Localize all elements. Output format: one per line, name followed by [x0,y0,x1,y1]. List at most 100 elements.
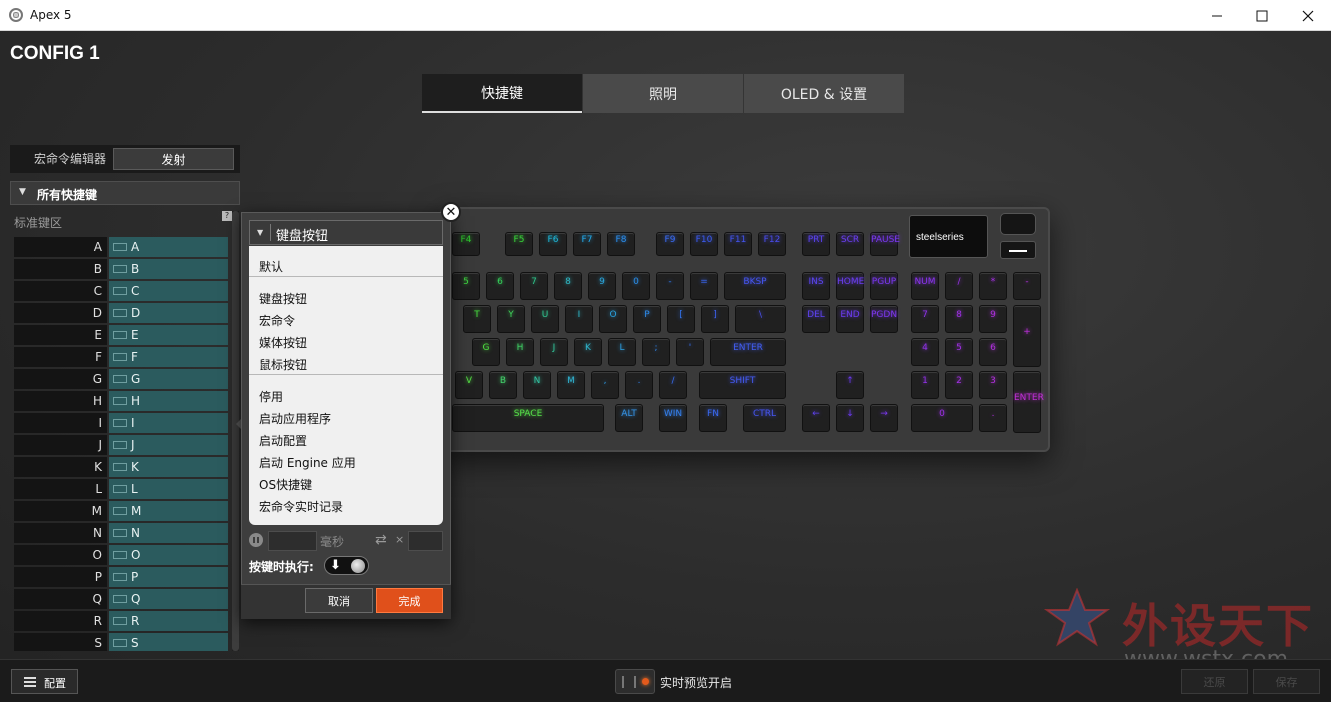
keyboard-key[interactable]: ↓ [836,404,864,432]
keyboard-key[interactable]: → [870,404,898,432]
key-binding-row[interactable]: KK [14,457,228,479]
keyboard-key[interactable]: [ [667,305,695,333]
tab-lighting[interactable]: 照明 [583,74,743,113]
keyboard-key[interactable]: 2 [945,371,973,399]
keyboard-key[interactable]: L [608,338,636,366]
key-binding-value[interactable]: G [109,369,228,389]
keyboard-key[interactable]: SHIFT [699,371,786,399]
keyboard-key[interactable]: F11 [724,232,752,256]
fire-tab[interactable]: 发射 [113,148,234,170]
keyboard-key[interactable]: 5 [452,272,480,300]
keyboard-key[interactable]: ' [676,338,704,366]
revert-button[interactable]: 还原 [1181,669,1248,694]
binding-type-option[interactable]: 鼠标按钮 [259,356,307,373]
binding-type-option[interactable]: 宏命令实时记录 [259,498,343,515]
keyboard-key[interactable]: BKSP [724,272,786,300]
key-binding-row[interactable]: PP [14,567,228,589]
keyboard-key[interactable]: F12 [758,232,786,256]
keyboard-key[interactable]: 6 [486,272,514,300]
tab-shortcuts[interactable]: 快捷键 [422,74,582,113]
keyboard-key[interactable]: 5 [945,338,973,366]
save-button[interactable]: 保存 [1253,669,1320,694]
popup-close-button[interactable]: ✕ [441,202,461,222]
keyboard-key[interactable]: F4 [452,232,480,256]
keyboard-key[interactable]: M [557,371,585,399]
key-binding-value[interactable]: Q [109,589,228,609]
keyboard-key[interactable]: O [599,305,627,333]
keyboard-key[interactable]: - [656,272,684,300]
keyboard-key[interactable]: F10 [690,232,718,256]
key-binding-value[interactable]: H [109,391,228,411]
key-binding-row[interactable]: CC [14,281,228,303]
key-binding-row[interactable]: BB [14,259,228,281]
all-shortcuts-dropdown[interactable]: ▼ 所有快捷键 [10,181,240,205]
keyboard-key[interactable]: SCR [836,232,864,256]
key-binding-value[interactable]: R [109,611,228,631]
keyboard-key[interactable]: 9 [979,305,1007,333]
keyboard-key[interactable]: I [565,305,593,333]
keyboard-key[interactable]: ↑ [836,371,864,399]
key-binding-row[interactable]: AA [14,237,228,259]
key-binding-row[interactable]: OO [14,545,228,567]
keyboard-key[interactable]: HOME [836,272,864,300]
keyboard-key[interactable]: F8 [607,232,635,256]
key-binding-value[interactable]: O [109,545,228,565]
keyboard-key[interactable]: . [979,404,1007,432]
keyboard-key[interactable]: ALT [615,404,643,432]
binding-type-dropdown[interactable]: ▼ 键盘按钮 [249,220,443,245]
keyboard-key[interactable]: F7 [573,232,601,256]
key-binding-row[interactable]: JJ [14,435,228,457]
keyboard-key[interactable]: + [1013,305,1041,367]
keyboard-key[interactable]: P [633,305,661,333]
keyboard-key[interactable]: 4 [911,338,939,366]
keyboard-key[interactable]: / [659,371,687,399]
keyboard-key[interactable]: N [523,371,551,399]
binding-type-option[interactable]: 默认 [259,258,283,275]
keyboard-key[interactable]: 0 [911,404,973,432]
repeat-icon[interactable]: ⇄ [375,532,387,548]
keyboard-key[interactable]: Y [497,305,525,333]
key-binding-value[interactable]: S [109,633,228,651]
key-binding-value[interactable]: M [109,501,228,521]
keyboard-key[interactable]: ] [701,305,729,333]
keyboard-key[interactable]: WIN [659,404,687,432]
keyboard-key[interactable]: H [506,338,534,366]
delay-input[interactable] [268,531,317,551]
key-binding-value[interactable]: P [109,567,228,587]
on-press-toggle[interactable]: ⬇ [324,556,369,575]
config-button[interactable]: 配置 [11,669,78,694]
keyboard-key[interactable]: 8 [554,272,582,300]
keyboard-key[interactable]: - [1013,272,1041,300]
keyboard-key[interactable]: F9 [656,232,684,256]
pause-icon[interactable] [249,533,263,547]
keyboard-key[interactable]: 7 [911,305,939,333]
binding-type-option[interactable]: 启动配置 [259,432,307,449]
binding-type-option[interactable]: 启动 Engine 应用 [259,454,356,471]
key-binding-value[interactable]: C [109,281,228,301]
key-binding-row[interactable]: RR [14,611,228,633]
keyboard-key[interactable]: 7 [520,272,548,300]
key-binding-value[interactable]: K [109,457,228,477]
keyboard-key[interactable]: PAUSE [870,232,900,256]
cancel-button[interactable]: 取消 [305,588,373,613]
minimize-button[interactable] [1194,0,1240,31]
key-binding-row[interactable]: FF [14,347,228,369]
keyboard-key[interactable]: END [836,305,864,333]
keyboard-key[interactable]: G [472,338,500,366]
keyboard-key[interactable]: U [531,305,559,333]
keyboard-key[interactable]: V [455,371,483,399]
help-icon[interactable]: ? [222,211,232,221]
media-roller[interactable] [1000,213,1036,235]
binding-type-option[interactable]: OS快捷键 [259,476,312,493]
keyboard-key[interactable]: = [690,272,718,300]
keyboard-key[interactable]: J [540,338,568,366]
keyboard-key[interactable]: * [979,272,1007,300]
keyboard-key[interactable]: \ [735,305,786,333]
repeat-count-input[interactable] [408,531,443,551]
keyboard-key[interactable]: ; [642,338,670,366]
keyboard-key[interactable]: PRT [802,232,830,256]
keyboard-key[interactable]: K [574,338,602,366]
scrollbar-thumb[interactable] [232,211,239,651]
key-binding-row[interactable]: HH [14,391,228,413]
key-binding-row[interactable]: LL [14,479,228,501]
